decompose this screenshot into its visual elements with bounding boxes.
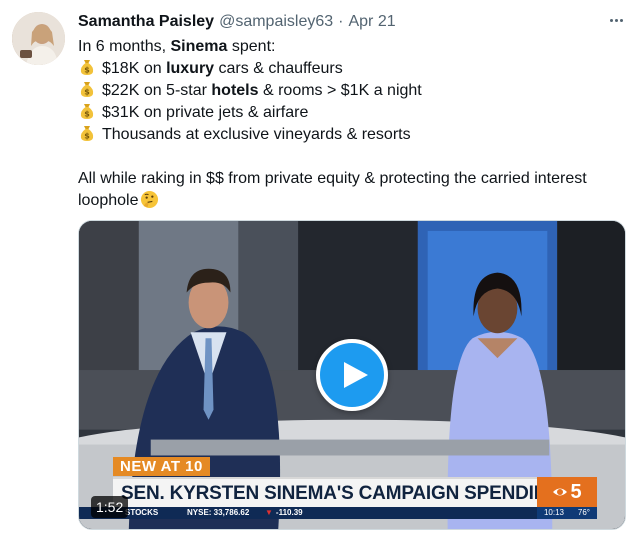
tweet-line-intro: In 6 months, Sinema spent: [78,38,276,55]
time-temp-bar: 10:13 76° [537,507,597,519]
svg-text:$: $ [84,66,90,75]
more-options-icon[interactable] [606,10,626,30]
list-item: $ $22K on 5-star hotels & rooms > $1K a n… [78,80,628,102]
lower-third-headline: SEN. KYRSTEN SINEMA'S CAMPAIGN SPENDING [113,477,562,507]
video-duration: 1:52 [91,496,129,518]
cbs-eye-icon [553,488,568,496]
money-bag-icon: $ [80,126,94,141]
station-logo: 5 [537,477,597,507]
time-readout: 10:13 [543,508,564,517]
avatar-photo [12,12,65,65]
news-tag: NEW AT 10 [113,457,210,476]
tweet-text: In 6 months, Sinema spent: $ $18K on luxu… [78,36,628,212]
list-item: $ Thousands at exclusive vineyards & reso… [78,124,628,146]
ticker-index: NYSE: 33,786.62 [187,508,250,517]
money-bag-icon: $ [80,60,94,75]
down-arrow-icon: ▼ [265,508,273,517]
author-handle[interactable]: @sampaisley63 [219,13,333,31]
stock-ticker: STOCKS NYSE: 33,786.62 ▼ -110.39 [79,507,537,519]
thinking-face-icon [140,190,158,209]
temperature-readout: 76° [577,508,591,517]
tweet-date[interactable]: Apr 21 [348,13,395,31]
svg-text:$: $ [84,110,90,119]
money-bag-icon: $ [80,82,94,97]
svg-text:$: $ [84,88,90,97]
tweet-closing-line-2: loophole [78,190,628,212]
ticker-change: ▼ -110.39 [265,508,303,517]
play-icon [344,362,368,388]
video-player[interactable]: NEW AT 10 SEN. KYRSTEN SINEMA'S CAMPAIGN… [78,220,626,530]
money-bag-icon: $ [80,104,94,119]
list-item: $ $18K on luxury cars & chauffeurs [78,58,628,80]
play-button[interactable] [316,339,388,411]
separator-dot: · [338,13,344,30]
tweet-closing-line: All while raking in $$ from private equi… [78,170,587,187]
author-name[interactable]: Samantha Paisley [78,13,214,31]
tweet-header: Samantha Paisley @sampaisley63 · Apr 21 [78,12,396,32]
avatar[interactable] [12,12,65,65]
ticker-label: STOCKS [125,508,159,517]
svg-text:$: $ [84,132,90,141]
list-item: $ $31K on private jets & airfare [78,102,628,124]
